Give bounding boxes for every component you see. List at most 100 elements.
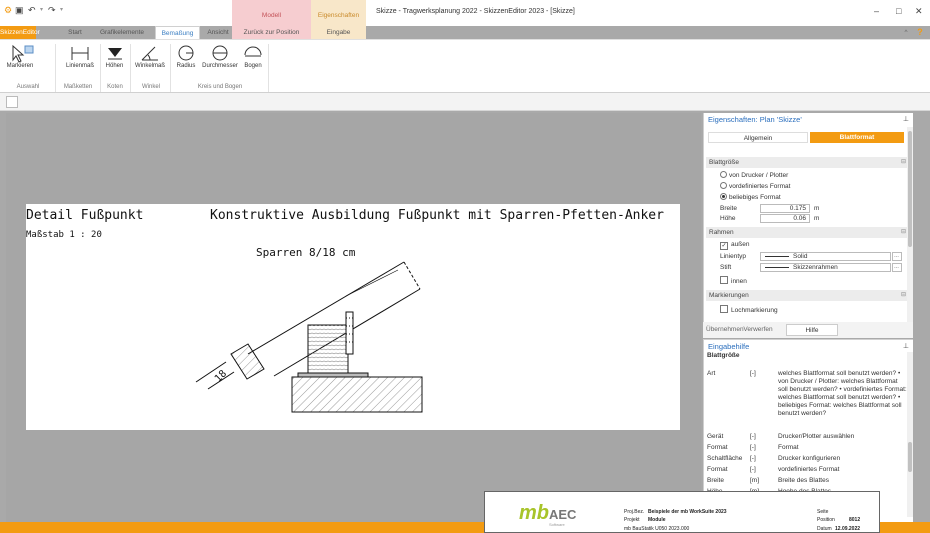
help-row-text: vordefiniertes Format bbox=[778, 466, 840, 473]
radius-icon bbox=[178, 45, 194, 61]
scrollbar-thumb[interactable] bbox=[908, 442, 912, 472]
tab-start[interactable]: Start bbox=[60, 26, 90, 39]
group-label-masskatten: Maßketten bbox=[63, 84, 93, 90]
hoehe-input[interactable]: 0.06 bbox=[760, 214, 810, 223]
verwerfen-button[interactable]: Verwerfen bbox=[741, 324, 775, 336]
qat-customize-icon[interactable]: ▾ bbox=[60, 4, 63, 16]
minimize-button[interactable]: – bbox=[874, 6, 879, 16]
title-bar: ⚙ ▣ ↶ ▾ ↷ ▾ Skizze - Tragwerksplanung 20… bbox=[0, 0, 930, 26]
maximize-button[interactable]: □ bbox=[896, 6, 901, 16]
redo-icon[interactable]: ↷ bbox=[48, 4, 56, 16]
radio-label: vordefiniertes Format bbox=[729, 183, 791, 190]
help-scrollbar[interactable] bbox=[907, 352, 913, 517]
radius-button[interactable]: Radius bbox=[173, 43, 199, 69]
stift-dropdown[interactable]: Skizzenrahmen bbox=[760, 263, 891, 272]
datum-label: Datum bbox=[817, 526, 832, 532]
collapse-icon[interactable]: ⊟ bbox=[901, 290, 906, 301]
context-modell-label: Modell bbox=[261, 12, 282, 19]
checkbox-aussen[interactable]: ✓ außen bbox=[720, 241, 749, 250]
base-plate bbox=[297, 372, 369, 378]
line-sample-icon bbox=[765, 266, 789, 268]
ribbon-collapse-icon[interactable]: ^ bbox=[900, 26, 912, 39]
breite-label: Breite bbox=[720, 205, 737, 212]
winkelmass-button[interactable]: Winkelmaß bbox=[132, 43, 168, 69]
tab-zurueck-zur-position[interactable]: Zurück zur Position bbox=[233, 26, 310, 39]
section-blattgroesse[interactable]: Blattgröße ⊟ bbox=[706, 157, 910, 168]
radio-beliebig[interactable]: beliebiges Format bbox=[720, 193, 781, 201]
radio-icon bbox=[720, 171, 727, 178]
radio-label: beliebiges Format bbox=[729, 194, 781, 201]
properties-panel: Eigenschaften: Plan 'Skizze' ⊥ Allgemein… bbox=[703, 113, 913, 336]
save-icon[interactable]: ▣ bbox=[15, 4, 24, 16]
pin-icon[interactable]: ⊥ bbox=[903, 342, 909, 350]
hoehen-label: Höhen bbox=[105, 63, 124, 69]
close-button[interactable]: ✕ bbox=[915, 6, 923, 17]
tab-eingabe[interactable]: Eingabe bbox=[311, 26, 366, 39]
help-icon[interactable]: ? bbox=[914, 26, 926, 39]
radio-vordefiniert[interactable]: vordefiniertes Format bbox=[720, 182, 790, 190]
uebernehmen-button[interactable]: Übernehmen bbox=[706, 324, 744, 336]
tab-blattformat[interactable]: Blattformat bbox=[810, 132, 904, 143]
markieren-label: Markieren bbox=[6, 63, 34, 69]
help-title: Eingabehilfe bbox=[708, 342, 750, 351]
collapse-icon[interactable]: ⊟ bbox=[901, 157, 906, 168]
linientyp-dropdown[interactable]: Solid bbox=[760, 252, 891, 261]
markieren-button[interactable]: Markieren bbox=[3, 43, 37, 69]
collapse-icon[interactable]: ⊟ bbox=[901, 227, 906, 238]
height-level-icon bbox=[107, 48, 122, 60]
checkbox-label: Lochmarkierung bbox=[731, 307, 778, 314]
checkbox-lochmarkierung[interactable]: Lochmarkierung bbox=[720, 305, 778, 314]
tab-ansicht[interactable]: Ansicht bbox=[203, 26, 233, 39]
help-row-unit: [-] bbox=[750, 433, 756, 440]
tab-bemassung[interactable]: Bemaßung bbox=[155, 26, 200, 39]
linienmass-label: Linienmaß bbox=[65, 63, 94, 69]
breite-input[interactable]: 0.175 bbox=[760, 204, 810, 213]
properties-scrollbar[interactable] bbox=[907, 127, 913, 322]
help-row-text: Breite des Blattes bbox=[778, 477, 829, 484]
undo-dropdown-icon[interactable]: ▾ bbox=[40, 4, 43, 16]
section-rahmen[interactable]: Rahmen ⊟ bbox=[706, 227, 910, 238]
section-label: Blattgröße bbox=[709, 159, 739, 166]
purlin-section bbox=[307, 324, 349, 374]
linientyp-more-button[interactable]: … bbox=[892, 252, 902, 261]
durchmesser-button[interactable]: Durchmesser bbox=[200, 43, 240, 69]
group-label-kreis-und-bogen: Kreis und Bogen bbox=[197, 84, 243, 90]
linientyp-value: Solid bbox=[793, 253, 808, 260]
checkbox-icon bbox=[720, 276, 728, 284]
context-eigenschaften-label: Eigenschaften bbox=[317, 12, 360, 19]
ellipsis-icon: … bbox=[894, 253, 899, 259]
hoehen-button[interactable]: Höhen bbox=[101, 43, 128, 69]
checkbox-label: innen bbox=[731, 278, 747, 285]
stift-more-button[interactable]: … bbox=[892, 263, 902, 272]
help-row-text: Drucker/Plotter auswählen bbox=[778, 433, 855, 440]
group-separator bbox=[130, 44, 131, 92]
help-row-unit: [-] bbox=[750, 455, 756, 462]
drawing-sheet[interactable]: Detail Fußpunkt Konstruktive Ausbildung … bbox=[26, 204, 680, 430]
group-separator bbox=[170, 44, 171, 92]
toolbar-field[interactable] bbox=[6, 96, 18, 108]
radio-drucker[interactable]: von Drucker / Plotter bbox=[720, 171, 788, 179]
tab-skizzeneditor[interactable]: SkizzenEditor bbox=[0, 26, 40, 39]
radio-selected-icon bbox=[720, 193, 727, 200]
tab-allgemein[interactable]: Allgemein bbox=[708, 132, 808, 143]
mb-aec-logo: mb AEC Software bbox=[519, 502, 577, 527]
radio-icon bbox=[720, 182, 727, 189]
checkbox-label: außen bbox=[731, 241, 750, 248]
properties-buttons: Übernehmen Verwerfen Hilfe bbox=[703, 322, 913, 338]
radio-label: von Drucker / Plotter bbox=[729, 172, 789, 179]
projekt-label: Projekt bbox=[624, 517, 640, 523]
rafter-section bbox=[230, 343, 265, 380]
tab-grafikelemente[interactable]: Grafikelemente bbox=[93, 26, 151, 39]
group-separator bbox=[55, 44, 56, 92]
bogen-button[interactable]: Bogen bbox=[240, 43, 266, 69]
hilfe-button[interactable]: Hilfe bbox=[786, 324, 838, 336]
section-markierungen[interactable]: Markierungen ⊟ bbox=[706, 290, 910, 301]
pin-icon[interactable]: ⊥ bbox=[903, 115, 909, 123]
position-label: Position bbox=[817, 517, 835, 523]
checkbox-innen[interactable]: innen bbox=[720, 276, 747, 285]
help-row-unit: [-] bbox=[750, 466, 756, 473]
label-leader bbox=[345, 269, 399, 297]
undo-icon[interactable]: ↶ bbox=[28, 4, 36, 16]
scrollbar-thumb[interactable] bbox=[908, 131, 912, 247]
linienmass-button[interactable]: Linienmaß bbox=[62, 43, 98, 69]
